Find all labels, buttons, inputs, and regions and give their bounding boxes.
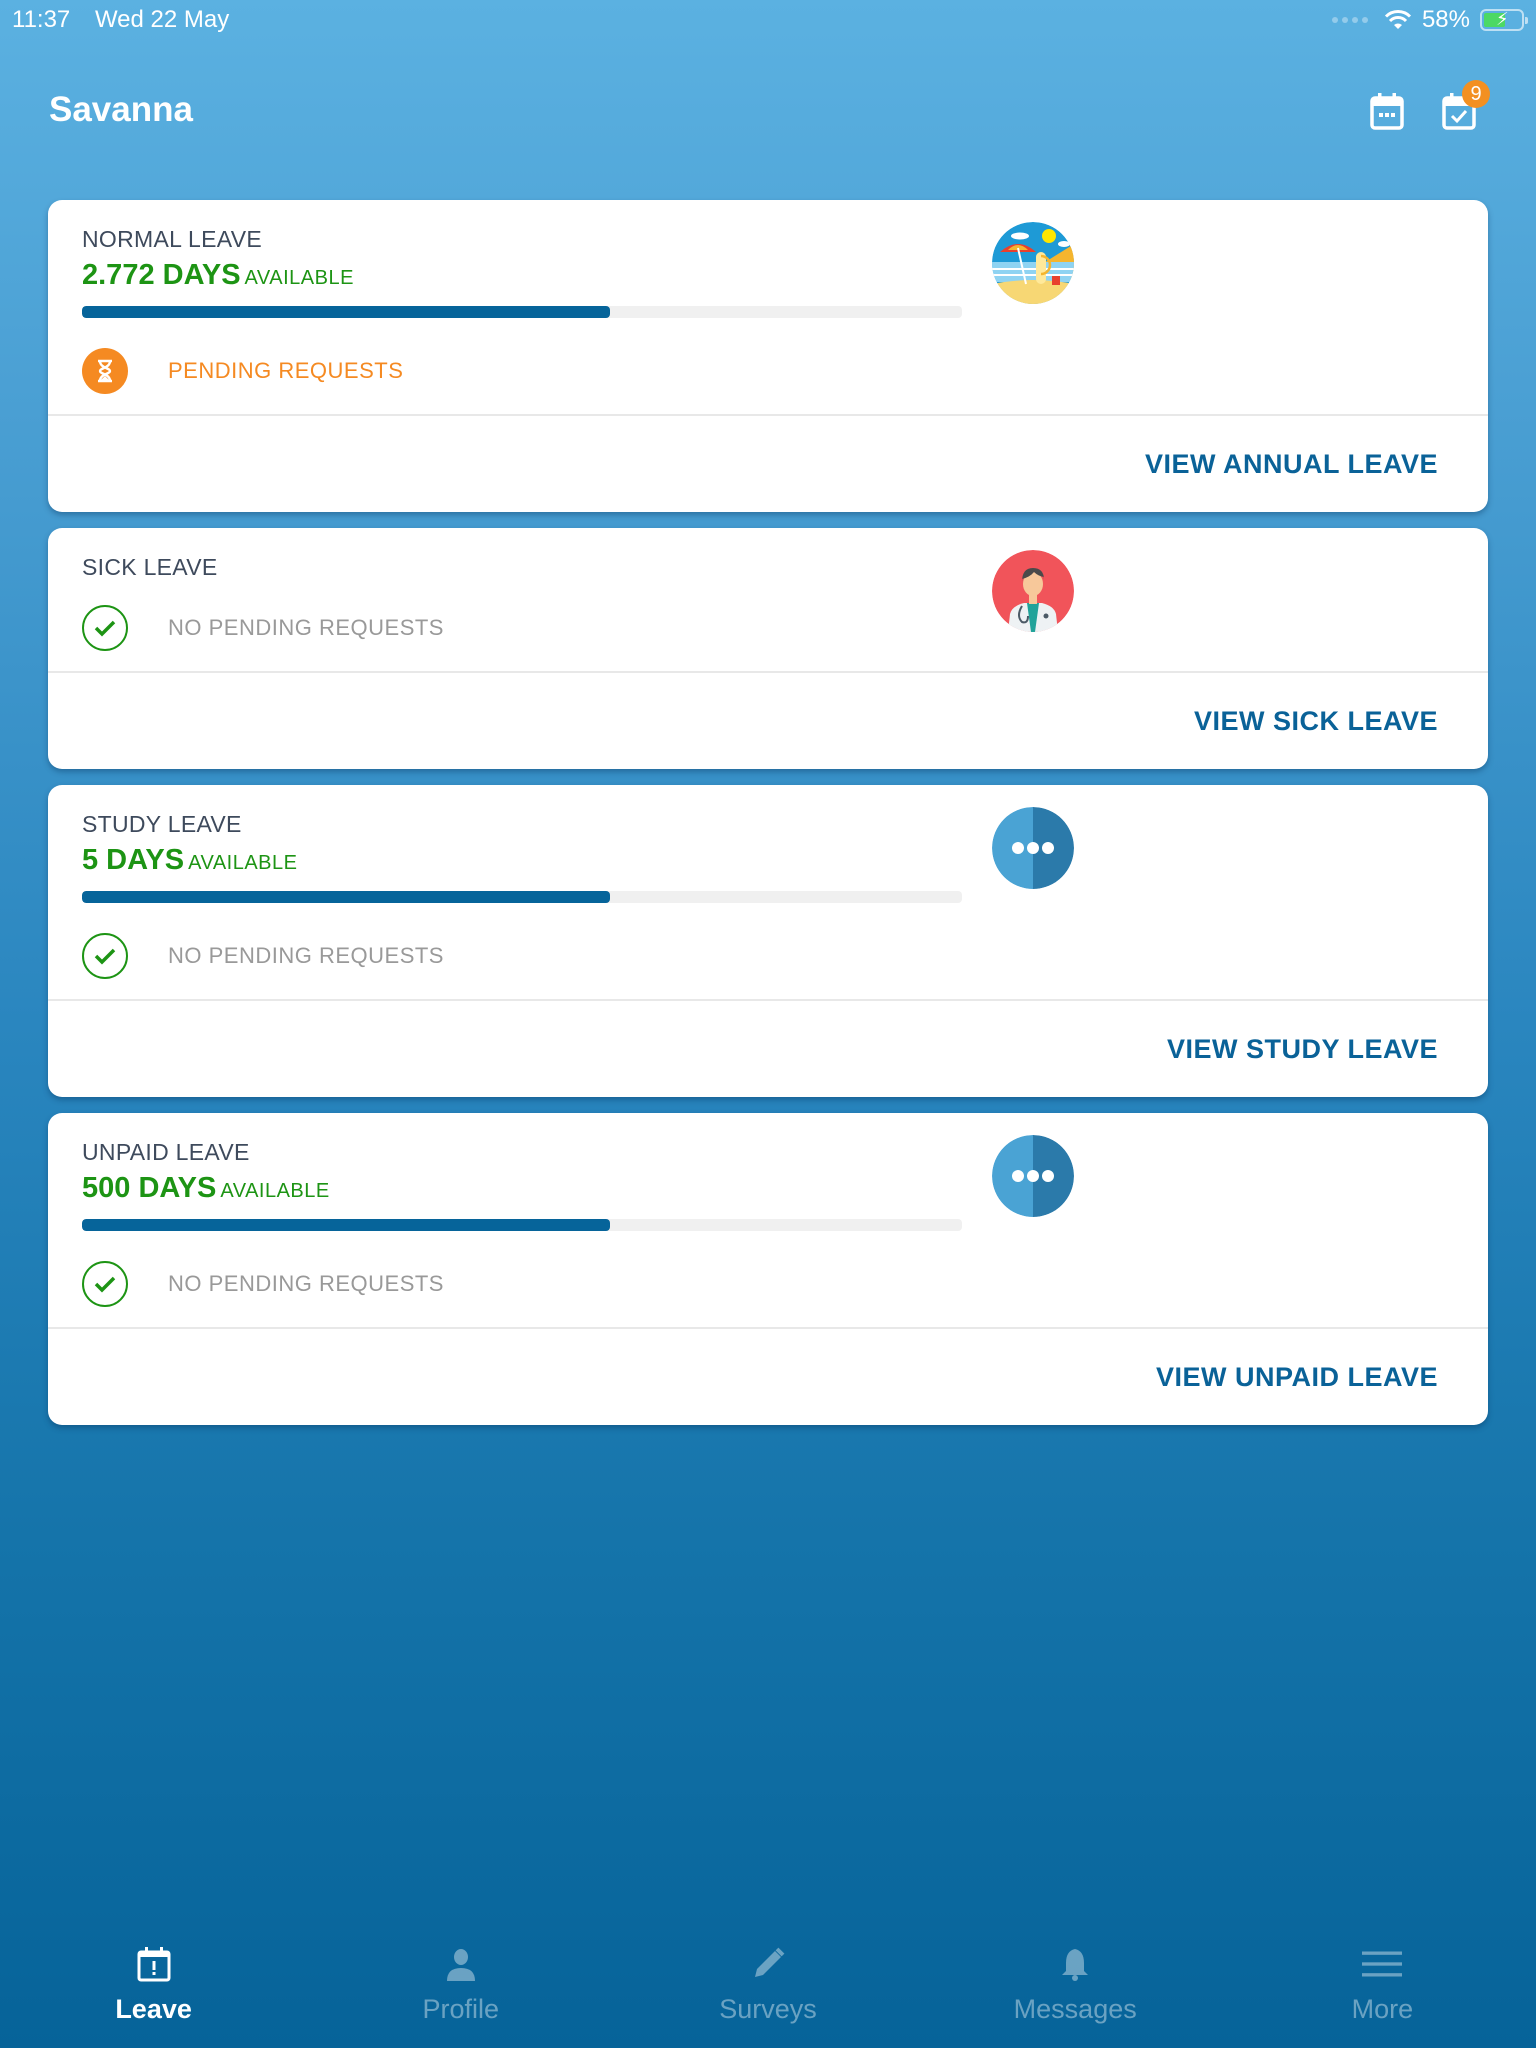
more-dots-icon	[992, 1135, 1074, 1217]
bottom-tab-bar: Leave Profile Surveys Messages More	[0, 1918, 1536, 2048]
leave-card-unpaid: UNPAID LEAVE 500 DAYS AVAILABLE NO PENDIN…	[48, 1113, 1488, 1425]
available-days: 5 DAYS AVAILABLE	[82, 844, 1454, 877]
battery-percent: 58%	[1421, 6, 1470, 33]
view-annual-leave-button[interactable]: VIEW ANNUAL LEAVE	[1145, 449, 1438, 480]
leave-progress-fill	[82, 1219, 610, 1231]
view-sick-leave-button[interactable]: VIEW SICK LEAVE	[1194, 706, 1438, 737]
request-status-text: NO PENDING REQUESTS	[168, 943, 444, 968]
leave-type-title: STUDY LEAVE	[82, 811, 242, 837]
status-time: 11:37	[12, 6, 71, 33]
available-label: AVAILABLE	[188, 852, 298, 874]
days-value: 2.772 DAYS	[82, 259, 241, 291]
more-dots-icon	[992, 807, 1074, 889]
request-status-row: NO PENDING REQUESTS	[82, 605, 1454, 651]
leave-type-title: NORMAL LEAVE	[82, 226, 262, 252]
battery-icon: ⚡	[1480, 9, 1528, 31]
beach-illustration	[992, 222, 1074, 304]
leave-progress-bar	[82, 1219, 962, 1231]
tab-label: Messages	[1013, 1994, 1137, 2024]
check-circle-icon	[82, 605, 128, 651]
available-label: AVAILABLE	[244, 267, 354, 289]
status-date: Wed 22 May	[94, 6, 230, 33]
check-circle-icon	[82, 1261, 128, 1307]
person-icon	[446, 1949, 475, 1981]
available-days: 2.772 DAYS AVAILABLE	[82, 259, 1454, 292]
page-title: Savanna	[49, 90, 193, 129]
days-value: 5 DAYS	[82, 844, 185, 876]
check-circle-icon	[82, 933, 128, 979]
request-status-text: PENDING REQUESTS	[168, 358, 404, 383]
request-status-row: PENDING REQUESTS	[82, 348, 1454, 394]
tab-profile[interactable]: Profile	[307, 1918, 614, 2048]
days-value: 500 DAYS	[82, 1172, 217, 1204]
cellular-signal-icon	[1331, 17, 1368, 23]
leave-requests-button[interactable]: 9	[1442, 80, 1490, 130]
tab-label: Profile	[422, 1994, 500, 2024]
requests-badge: 9	[1462, 80, 1490, 108]
leave-cards-list: NORMAL LEAVE 2.772 DAYS AVAILABLE PENDING…	[48, 200, 1488, 1441]
tab-leave[interactable]: Leave	[0, 1918, 307, 2048]
tab-label: Leave	[115, 1994, 192, 2024]
view-unpaid-leave-button[interactable]: VIEW UNPAID LEAVE	[1156, 1362, 1438, 1393]
view-study-leave-button[interactable]: VIEW STUDY LEAVE	[1167, 1034, 1438, 1065]
tab-surveys[interactable]: Surveys	[614, 1918, 921, 2048]
available-label: AVAILABLE	[220, 1180, 330, 1202]
leave-card-sick: SICK LEAVE NO PENDING REQUESTS VIEW SICK…	[48, 528, 1488, 769]
leave-progress-fill	[82, 306, 610, 318]
pencil-icon	[755, 1947, 785, 1977]
bell-icon	[1062, 1949, 1089, 1981]
tab-more[interactable]: More	[1229, 1918, 1536, 2048]
menu-icon	[1362, 1951, 1403, 1977]
calendar-icon	[1370, 93, 1404, 130]
request-status-row: NO PENDING REQUESTS	[82, 1261, 1454, 1307]
request-status-text: NO PENDING REQUESTS	[168, 1271, 444, 1296]
leave-progress-bar	[82, 306, 962, 318]
leave-progress-fill	[82, 891, 610, 903]
request-status-text: NO PENDING REQUESTS	[168, 615, 444, 640]
tab-messages[interactable]: Messages	[922, 1918, 1229, 2048]
wifi-icon	[1384, 10, 1412, 29]
hourglass-icon	[82, 348, 128, 394]
status-bar: 11:37 Wed 22 May 58% ⚡	[0, 0, 1536, 40]
leave-type-title: UNPAID LEAVE	[82, 1139, 250, 1165]
leave-card-normal: NORMAL LEAVE 2.772 DAYS AVAILABLE PENDING…	[48, 200, 1488, 512]
available-days: 500 DAYS AVAILABLE	[82, 1172, 1454, 1205]
leave-card-study: STUDY LEAVE 5 DAYS AVAILABLE NO PENDING R…	[48, 785, 1488, 1097]
request-status-row: NO PENDING REQUESTS	[82, 933, 1454, 979]
tab-label: Surveys	[719, 1994, 817, 2024]
leave-progress-bar	[82, 891, 962, 903]
calendar-alert-icon	[137, 1947, 171, 1982]
calendar-button[interactable]	[1370, 92, 1404, 130]
doctor-illustration	[992, 550, 1074, 632]
tab-label: More	[1351, 1994, 1414, 2024]
leave-type-title: SICK LEAVE	[82, 554, 218, 580]
